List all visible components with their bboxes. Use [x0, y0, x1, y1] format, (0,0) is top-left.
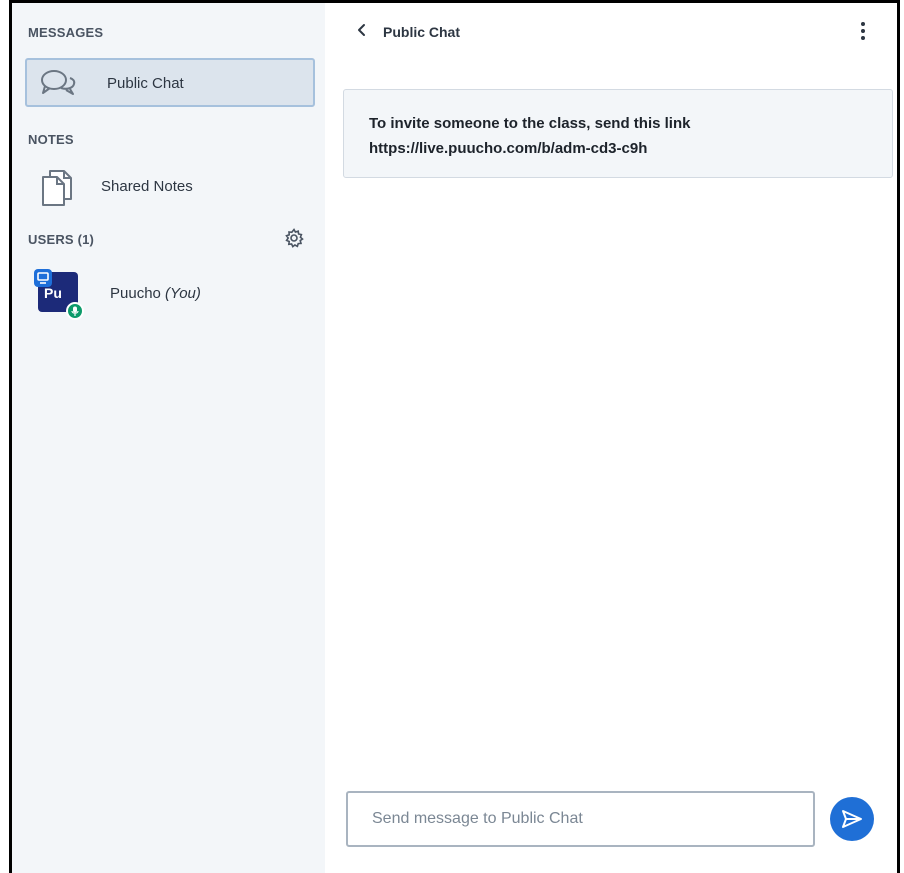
more-options-icon[interactable] — [860, 22, 866, 44]
sidebar-item-shared-notes[interactable]: Shared Notes — [25, 163, 315, 211]
sidebar: MESSAGES Public Chat NOTES Shared Notes … — [12, 3, 325, 873]
gear-icon[interactable] — [284, 228, 304, 253]
documents-icon — [40, 169, 74, 212]
chat-title[interactable]: Public Chat — [383, 24, 460, 40]
presenter-icon — [34, 269, 52, 287]
public-chat-label: Public Chat — [107, 75, 184, 92]
messages-section-title: MESSAGES — [28, 25, 104, 40]
notes-section-title: NOTES — [28, 132, 74, 147]
shared-notes-label: Shared Notes — [101, 178, 193, 195]
send-button[interactable] — [830, 797, 874, 841]
message-input[interactable] — [346, 791, 815, 847]
you-label: (You) — [165, 285, 201, 302]
welcome-text: To invite someone to the class, send thi… — [369, 111, 879, 161]
welcome-message: To invite someone to the class, send thi… — [343, 89, 893, 178]
avatar-initials: Pu — [44, 285, 62, 301]
invite-link: https://live.puucho.com/b/adm-cd3-c9h — [369, 140, 648, 157]
avatar: Pu — [34, 269, 84, 320]
microphone-icon — [66, 302, 84, 320]
user-name-text: Puucho — [110, 285, 161, 302]
user-list-item[interactable]: Pu Puucho (You) — [25, 265, 315, 320]
user-name: Puucho (You) — [110, 285, 201, 302]
users-section-title: USERS (1) — [28, 232, 95, 247]
chevron-left-icon[interactable] — [355, 22, 369, 43]
chat-bubbles-icon — [39, 68, 79, 105]
sidebar-item-public-chat[interactable]: Public Chat — [25, 58, 315, 107]
welcome-line-1: To invite someone to the class, send thi… — [369, 115, 691, 132]
